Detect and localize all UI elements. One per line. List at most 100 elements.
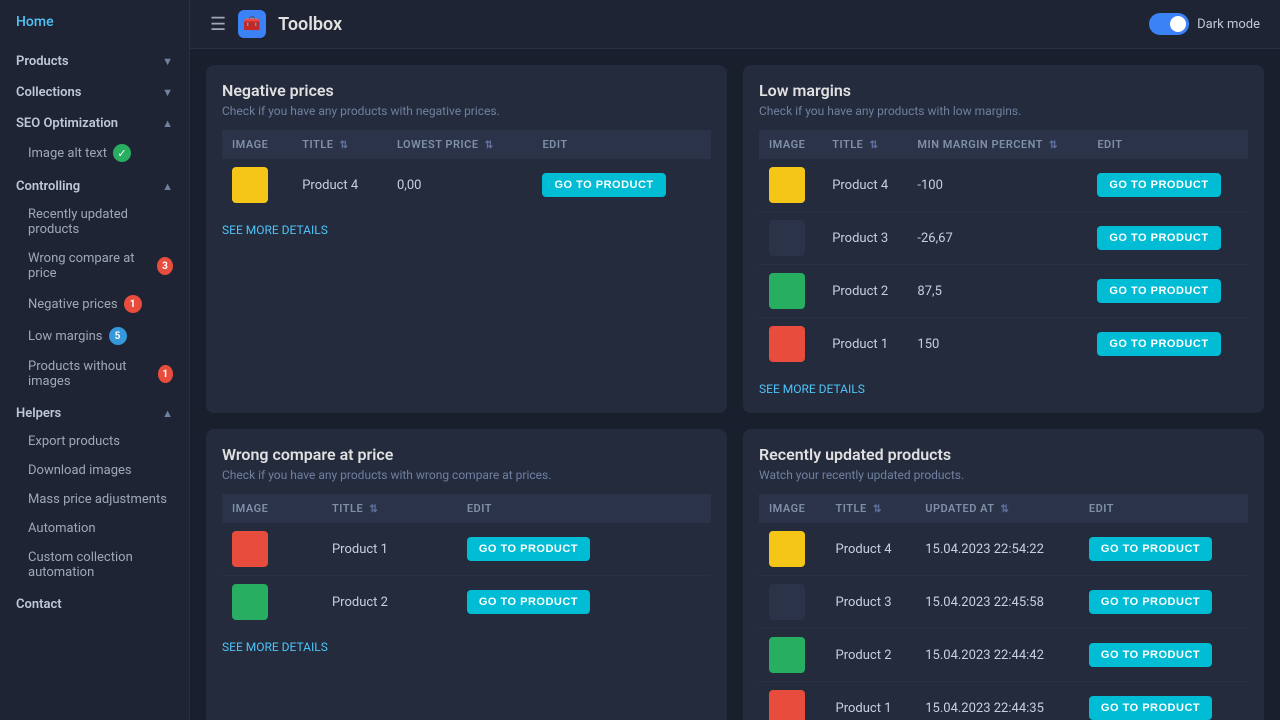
sort-icon[interactable]: ⇅ [1049, 140, 1058, 151]
recently-updated-card: Recently updated products Watch your rec… [743, 429, 1264, 720]
sidebar-section-seo[interactable]: SEO Optimization ▲ [0, 106, 189, 137]
wrong-compare-title: Wrong compare at price [222, 445, 711, 464]
table-row: Product 3 -26,67 GO TO PRODUCT [759, 212, 1248, 265]
low-margins-subtitle: Check if you have any products with low … [759, 104, 1248, 118]
wrong-compare-table: IMAGE TITLE ⇅ EDIT Product 1 GO TO PRODU… [222, 494, 711, 628]
go-to-product-button[interactable]: GO TO PRODUCT [542, 173, 665, 197]
check-icon: ✓ [113, 144, 131, 162]
sidebar-item-mass-price[interactable]: Mass price adjustments [0, 485, 189, 514]
table-row: Product 2 15.04.2023 22:44:42 GO TO PROD… [759, 629, 1248, 682]
wrong-compare-card: Wrong compare at price Check if you have… [206, 429, 727, 720]
low-margins-title: Low margins [759, 81, 1248, 100]
col-edit: EDIT [532, 130, 711, 159]
table-row: Product 4 -100 GO TO PRODUCT [759, 159, 1248, 212]
sidebar-section-contact[interactable]: Contact [0, 587, 189, 618]
col-image: IMAGE [759, 130, 822, 159]
col-edit: EDIT [1079, 494, 1248, 523]
chevron-icon: ▲ [162, 407, 173, 420]
app-title: Toolbox [278, 14, 1137, 35]
col-image: IMAGE [222, 130, 292, 159]
chevron-icon: ▲ [162, 180, 173, 193]
sidebar-item-image-alt-text[interactable]: Image alt text ✓ [0, 137, 189, 169]
dark-mode-toggle-container: Dark mode [1149, 13, 1260, 35]
negative-prices-table: IMAGE TITLE ⇅ LOWEST PRICE ⇅ EDIT Produc… [222, 130, 711, 211]
product-image [769, 167, 805, 203]
see-more-negative-prices[interactable]: SEE MORE DETAILS [222, 223, 328, 237]
sidebar-item-custom-collection[interactable]: Custom collection automation [0, 543, 189, 587]
go-to-product-button[interactable]: GO TO PRODUCT [1089, 643, 1212, 667]
negative-prices-title: Negative prices [222, 81, 711, 100]
product-image [769, 326, 805, 362]
go-to-product-button[interactable]: GO TO PRODUCT [467, 537, 590, 561]
table-row: Product 1 GO TO PRODUCT [222, 523, 711, 576]
col-title: TITLE ⇅ [292, 130, 387, 159]
table-row: Product 1 15.04.2023 22:44:35 GO TO PROD… [759, 682, 1248, 720]
col-title: TITLE ⇅ [322, 494, 457, 523]
sidebar-item-recently-updated[interactable]: Recently updated products [0, 200, 189, 244]
content-grid: Negative prices Check if you have any pr… [190, 49, 1280, 720]
sidebar-section-helpers[interactable]: Helpers ▲ [0, 396, 189, 427]
low-margins-table: IMAGE TITLE ⇅ MIN MARGIN PERCENT ⇅ EDIT … [759, 130, 1248, 370]
header: ☰ 🧰 Toolbox Dark mode [190, 0, 1280, 49]
main-content: ☰ 🧰 Toolbox Dark mode Negative prices Ch… [190, 0, 1280, 720]
sort-icon[interactable]: ⇅ [485, 140, 494, 151]
sidebar-item-download-images[interactable]: Download images [0, 456, 189, 485]
badge-low-margins: 5 [109, 327, 127, 345]
badge-products-without-images: 1 [158, 365, 173, 383]
badge-negative-prices: 1 [124, 295, 142, 313]
sidebar-item-automation[interactable]: Automation [0, 514, 189, 543]
go-to-product-button[interactable]: GO TO PRODUCT [1097, 332, 1220, 356]
negative-prices-subtitle: Check if you have any products with nega… [222, 104, 711, 118]
product-image [769, 220, 805, 256]
go-to-product-button[interactable]: GO TO PRODUCT [1089, 590, 1212, 614]
sidebar-item-negative-prices[interactable]: Negative prices 1 [0, 288, 189, 320]
chevron-icon: ▲ [162, 117, 173, 130]
go-to-product-button[interactable]: GO TO PRODUCT [1089, 696, 1212, 720]
col-min-margin: MIN MARGIN PERCENT ⇅ [907, 130, 1087, 159]
table-row: Product 2 GO TO PRODUCT [222, 576, 711, 629]
logo-icon: 🧰 [238, 10, 266, 38]
go-to-product-button[interactable]: GO TO PRODUCT [1097, 279, 1220, 303]
go-to-product-button[interactable]: GO TO PRODUCT [1097, 173, 1220, 197]
sidebar: Home Products ▼ Collections ▼ SEO Optimi… [0, 0, 190, 720]
product-image [232, 531, 268, 567]
recently-updated-title: Recently updated products [759, 445, 1248, 464]
sidebar-item-home[interactable]: Home [0, 0, 189, 44]
col-updated-at: UPDATED AT ⇅ [915, 494, 1079, 523]
see-more-low-margins[interactable]: SEE MORE DETAILS [759, 382, 865, 396]
table-row: Product 3 15.04.2023 22:45:58 GO TO PROD… [759, 576, 1248, 629]
sort-icon[interactable]: ⇅ [369, 504, 378, 515]
table-row: Product 2 87,5 GO TO PRODUCT [759, 265, 1248, 318]
go-to-product-button[interactable]: GO TO PRODUCT [1097, 226, 1220, 250]
menu-icon[interactable]: ☰ [210, 14, 226, 35]
product-image [769, 690, 805, 720]
product-image [769, 531, 805, 567]
wrong-compare-subtitle: Check if you have any products with wron… [222, 468, 711, 482]
product-image [232, 584, 268, 620]
product-image [232, 167, 268, 203]
go-to-product-button[interactable]: GO TO PRODUCT [467, 590, 590, 614]
sort-icon[interactable]: ⇅ [873, 504, 882, 515]
sidebar-section-products[interactable]: Products ▼ [0, 44, 189, 75]
col-image: IMAGE [759, 494, 826, 523]
sort-icon[interactable]: ⇅ [870, 140, 879, 151]
dark-mode-label: Dark mode [1197, 17, 1260, 32]
sort-icon[interactable]: ⇅ [340, 140, 349, 151]
sort-icon[interactable]: ⇅ [1001, 504, 1010, 515]
table-row: Product 4 15.04.2023 22:54:22 GO TO PROD… [759, 523, 1248, 576]
badge-wrong-compare: 3 [157, 257, 173, 275]
sidebar-section-controlling[interactable]: Controlling ▲ [0, 169, 189, 200]
sidebar-section-collections[interactable]: Collections ▼ [0, 75, 189, 106]
sidebar-item-wrong-compare[interactable]: Wrong compare at price 3 [0, 244, 189, 288]
go-to-product-button[interactable]: GO TO PRODUCT [1089, 537, 1212, 561]
sidebar-item-export-products[interactable]: Export products [0, 427, 189, 456]
see-more-wrong-compare[interactable]: SEE MORE DETAILS [222, 640, 328, 654]
recently-updated-table: IMAGE TITLE ⇅ UPDATED AT ⇅ EDIT Product … [759, 494, 1248, 720]
negative-prices-card: Negative prices Check if you have any pr… [206, 65, 727, 413]
col-lowest-price: LOWEST PRICE ⇅ [387, 130, 533, 159]
col-edit: EDIT [457, 494, 711, 523]
sidebar-item-products-without-images[interactable]: Products without images 1 [0, 352, 189, 396]
dark-mode-toggle[interactable] [1149, 13, 1189, 35]
sidebar-item-low-margins[interactable]: Low margins 5 [0, 320, 189, 352]
col-image: IMAGE [222, 494, 322, 523]
